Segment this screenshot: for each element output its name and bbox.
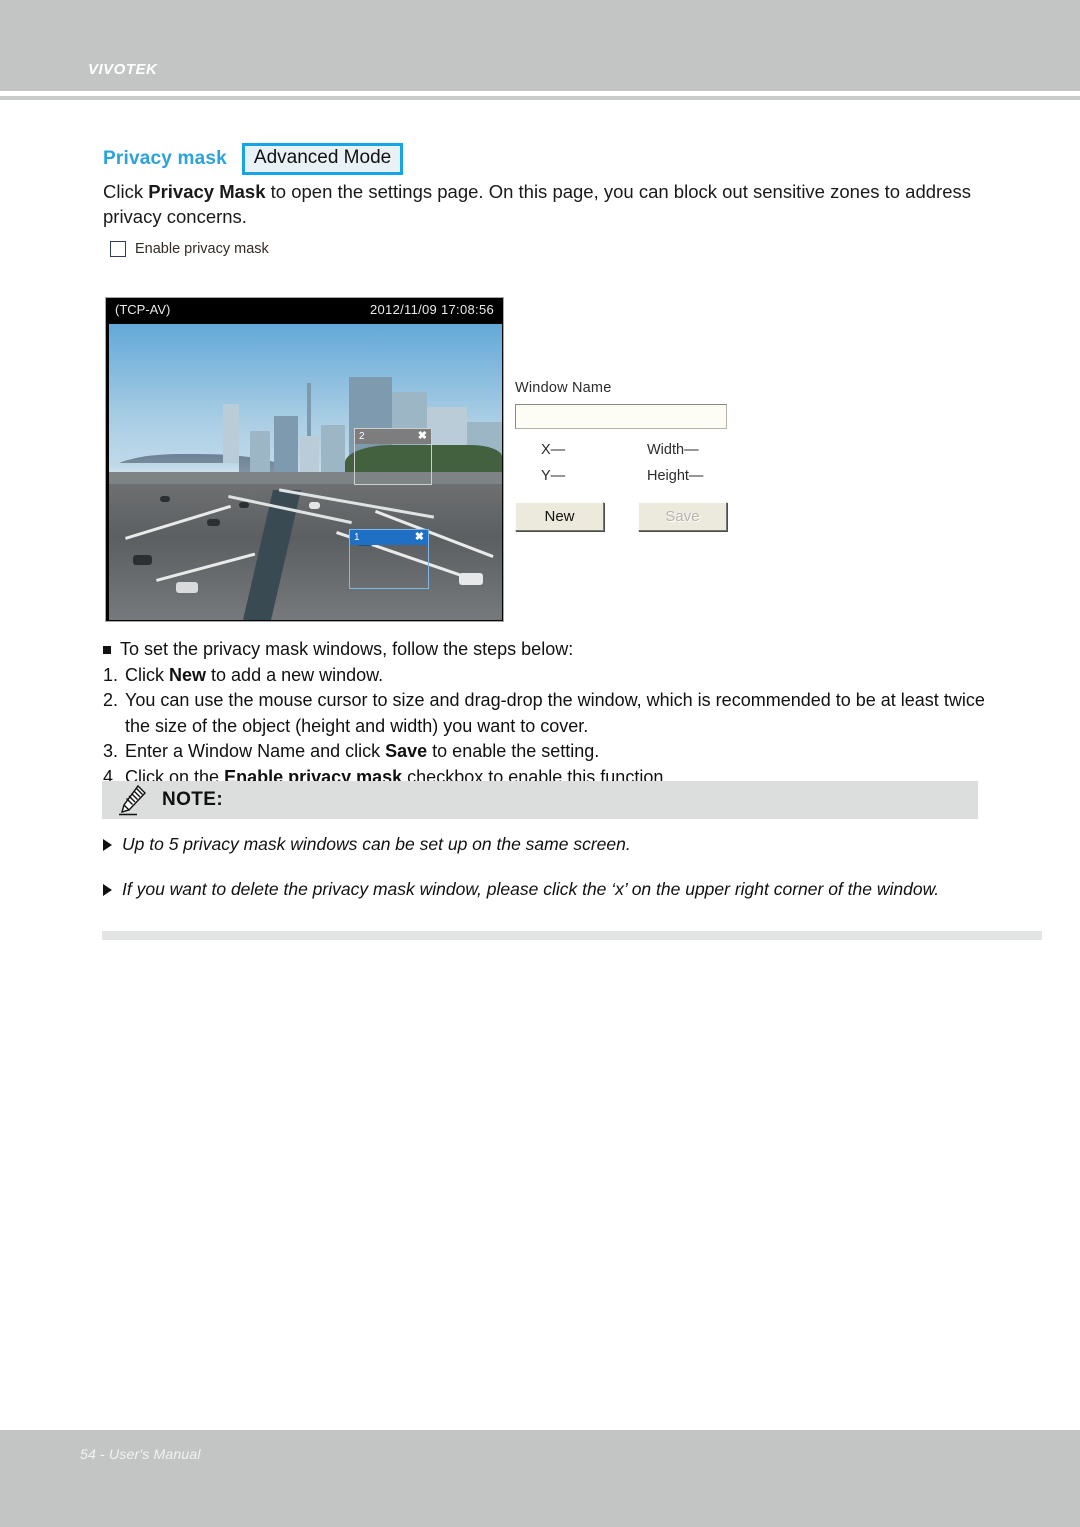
note-bottom-divider [102,931,1042,940]
intro-bold: Privacy Mask [148,181,266,202]
footer-page-label: 54 - User's Manual [80,1446,201,1462]
scene-car [238,501,249,508]
privacy-mask-window-2[interactable]: 2 ✖ [354,428,432,485]
vivotek-logo: VIVOTEK [88,61,158,78]
scene-antenna [307,383,312,437]
enable-privacy-mask-label: Enable privacy mask [135,241,269,257]
step-text: Enter a Window Name and click Save to en… [125,741,600,762]
height-value: Height— [647,468,704,484]
intro-paragraph: Click Privacy Mask to open the settings … [103,180,988,230]
new-button[interactable]: New [515,502,604,531]
privacy-mask-window-1-body[interactable] [350,545,428,588]
window-name-input[interactable] [515,404,727,429]
osd-datetime-label: 2012/11/09 17:08:56 [369,302,494,317]
window-name-label: Window Name [515,380,612,396]
step-number: 1. [103,664,119,685]
scene-car [458,572,483,585]
coordinate-grid: X— Width— Y— Height— [515,442,727,484]
page-header-bar [0,0,1080,91]
close-icon[interactable]: ✖ [415,532,424,543]
steps-intro-line: To set the privacy mask windows, follow … [103,637,993,663]
panel-button-row: New Save [515,502,765,531]
privacy-mask-window-2-body[interactable] [355,444,431,484]
note-item-text: Up to 5 privacy mask windows can be set … [122,834,631,854]
privacy-mask-window-1-label: 1 [354,532,360,543]
scene-road [109,483,502,620]
step-text: Click New to add a new window. [125,664,384,685]
privacy-mask-window-2-titlebar[interactable]: 2 ✖ [355,429,431,444]
pencil-icon [119,784,146,816]
x-value: X— [541,442,566,458]
video-scene: 2 ✖ 1 ✖ [109,324,502,620]
scene-car [207,519,221,527]
page-title: Privacy mask [103,147,227,169]
steps-section: To set the privacy mask windows, follow … [103,637,993,790]
scene-car [175,581,198,593]
close-icon[interactable]: ✖ [418,431,427,442]
step-number: 3. [103,741,119,762]
privacy-mask-window-1-titlebar[interactable]: 1 ✖ [350,530,428,545]
triangle-bullet-icon [103,839,112,851]
osd-stream-label: (TCP-AV) [115,302,171,317]
list-item: 1. Click New to add a new window. [103,663,993,689]
steps-intro-text: To set the privacy mask windows, follow … [120,639,574,659]
square-bullet-icon [103,646,111,654]
video-osd-bar: (TCP-AV) 2012/11/09 17:08:56 [106,298,503,322]
advanced-mode-badge[interactable]: Advanced Mode [241,143,404,175]
scene-car [160,495,171,502]
step-number: 2. [103,690,119,711]
privacy-mask-window-2-label: 2 [359,431,365,442]
list-item: 3. Enter a Window Name and click Save to… [103,739,993,765]
scene-car [309,501,321,509]
enable-privacy-mask-checkbox[interactable] [110,241,126,257]
save-button[interactable]: Save [638,502,727,531]
width-value: Width— [647,442,699,458]
steps-list: 1. Click New to add a new window. 2. You… [103,663,993,791]
live-video-preview[interactable]: (TCP-AV) 2012/11/09 17:08:56 2 ✖ 1 ✖ [105,297,504,622]
note-item: If you want to delete the privacy mask w… [103,877,993,902]
header-divider [0,96,1080,100]
note-item: Up to 5 privacy mask windows can be set … [103,832,993,857]
scene-car [132,554,152,565]
step-text: You can use the mouse cursor to size and… [125,690,985,736]
note-title: NOTE: [162,789,224,810]
triangle-bullet-icon [103,884,112,896]
enable-privacy-mask-row[interactable]: Enable privacy mask [110,241,269,257]
note-header: NOTE: [102,781,978,819]
intro-lead: Click [103,181,149,202]
y-value: Y— [541,468,566,484]
privacy-mask-settings-panel: Window Name X— Width— Y— Height— New Sav… [515,380,765,531]
list-item: 2. You can use the mouse cursor to size … [103,688,993,739]
page-footer-bar [0,1430,1080,1527]
title-row: Privacy mask Advanced Mode [103,143,404,175]
note-item-text: If you want to delete the privacy mask w… [122,879,940,899]
privacy-mask-window-1[interactable]: 1 ✖ [349,529,429,589]
